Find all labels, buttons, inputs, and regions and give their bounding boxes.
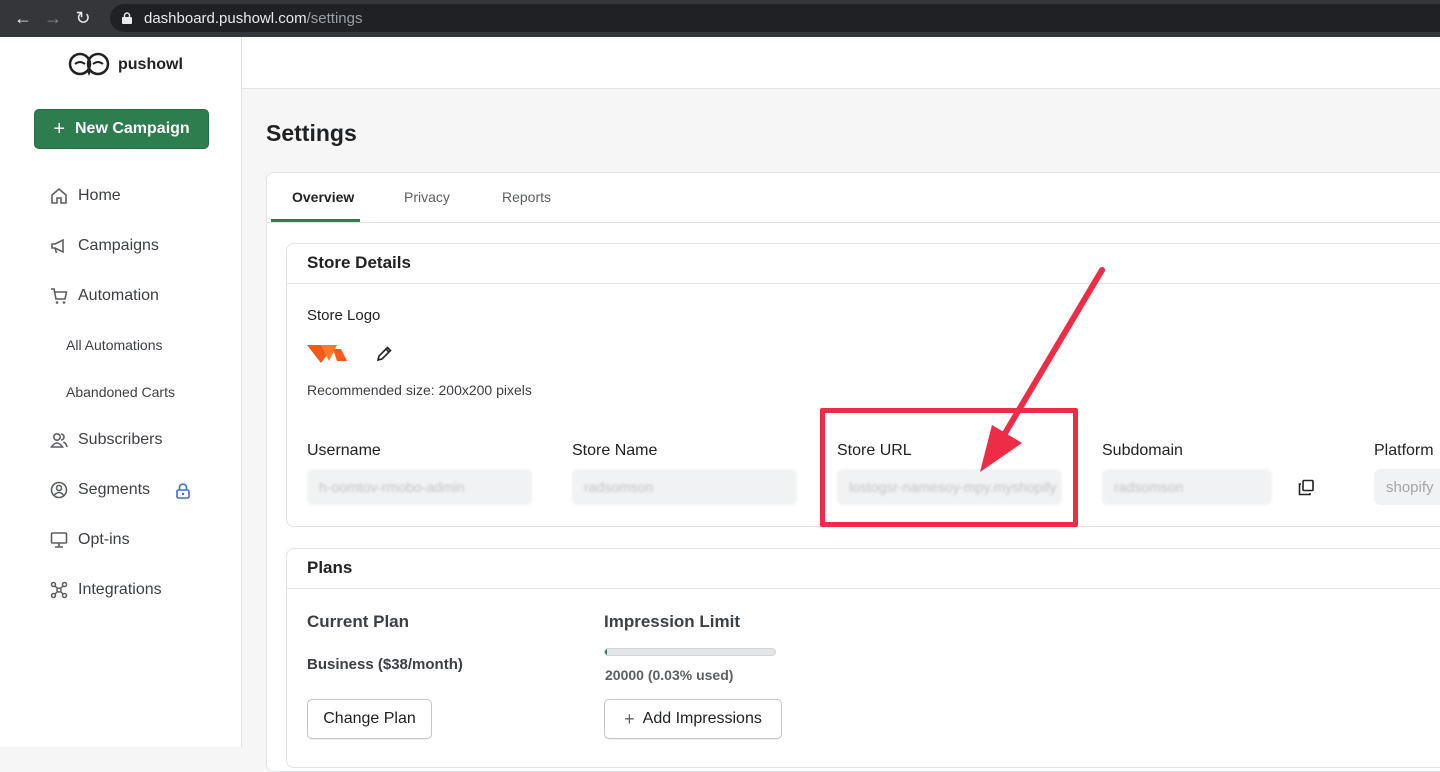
sidebar-item-integrations[interactable]: Integrations [50,581,162,599]
url-host: dashboard.pushowl.com [144,9,307,27]
tab-bar: Overview Privacy Reports [267,173,1440,223]
sidebar-item-all-automations[interactable]: All Automations [66,337,163,353]
logo-text: pushowl [118,56,183,73]
sidebar-item-automation[interactable]: Automation [50,287,159,305]
add-impressions-label: Add Impressions [642,710,762,727]
tab-overview[interactable]: Overview [292,189,354,205]
platform-field[interactable]: shopify [1374,469,1440,505]
plans-header: Plans [287,549,1440,589]
owl-logo-icon [68,52,110,76]
highlight-box [820,408,1078,527]
copy-icon[interactable] [1298,479,1315,496]
cart-icon [51,288,68,304]
add-impressions-button[interactable]: + Add Impressions [604,699,782,739]
impression-usage-text: 20000 (0.03% used) [605,667,734,683]
logo-size-hint: Recommended size: 200x200 pixels [307,382,532,398]
sidebar-item-segments[interactable]: Segments [50,481,150,499]
active-tab-indicator [271,219,360,222]
sidebar-item-subscribers[interactable]: Subscribers [50,431,162,449]
impression-limit-label: Impression Limit [604,612,741,631]
plus-icon: + [53,118,65,140]
user-circle-icon [50,481,68,499]
sidebar-item-abandoned-carts[interactable]: Abandoned Carts [66,384,175,400]
megaphone-icon [51,238,64,254]
sidebar-item-label: Segments [78,481,151,498]
store-details-header: Store Details [287,244,1440,284]
current-plan-value: Business ($38/month) [307,656,463,673]
tab-reports[interactable]: Reports [502,189,551,205]
impression-progress-bar [604,648,776,656]
sidebar-item-label: Home [78,187,121,204]
store-logo-image [307,345,347,363]
tab-privacy[interactable]: Privacy [404,189,450,205]
nodes-icon [50,581,68,599]
plus-icon: + [624,708,635,729]
username-field[interactable]: h-oomtov-rmobo-admin [307,469,532,505]
edit-pencil-icon[interactable] [375,345,393,363]
impression-progress-fill [605,649,607,655]
sidebar-item-label: Opt-ins [78,531,130,548]
subdomain-label: Subdomain [1102,442,1183,459]
reload-icon[interactable]: ↻ [68,4,98,34]
change-plan-button[interactable]: Change Plan [307,699,432,739]
username-label: Username [307,442,381,459]
subdomain-field[interactable]: radsomson [1102,469,1272,505]
home-icon [51,187,67,204]
url-path: /settings [306,9,363,27]
back-arrow-icon[interactable]: ← [8,4,38,34]
padlock-icon [176,483,190,499]
pushowl-logo[interactable]: pushowl [68,51,183,79]
forward-arrow-icon[interactable]: → [38,4,68,34]
sidebar-item-label: Integrations [78,581,162,598]
sidebar-item-campaigns[interactable]: Campaigns [50,237,159,255]
lock-icon [122,12,132,24]
current-plan-label: Current Plan [307,612,410,631]
new-campaign-button[interactable]: + New Campaign [34,109,209,149]
address-bar[interactable]: dashboard.pushowl.com/settings [110,4,1440,32]
sidebar: pushowl + New Campaign Home Campaigns Au… [0,37,242,747]
people-icon [50,432,68,448]
sidebar-item-label: Campaigns [78,237,159,254]
new-campaign-label: New Campaign [75,120,190,137]
store-logo-label: Store Logo [307,307,381,324]
page-title: Settings [266,120,357,146]
browser-toolbar: ← → ↻ dashboard.pushowl.com/settings [0,0,1440,37]
change-plan-label: Change Plan [323,710,416,727]
platform-label: Platform [1374,442,1434,459]
sidebar-item-home[interactable]: Home [50,187,121,205]
store-name-field[interactable]: radsomson [572,469,797,505]
store-name-label: Store Name [572,442,658,459]
sidebar-item-label: Subscribers [78,431,163,448]
monitor-icon [50,532,68,548]
main-topbar [242,37,1440,89]
sidebar-item-label: Automation [78,287,159,304]
sidebar-item-opt-ins[interactable]: Opt-ins [50,531,130,549]
